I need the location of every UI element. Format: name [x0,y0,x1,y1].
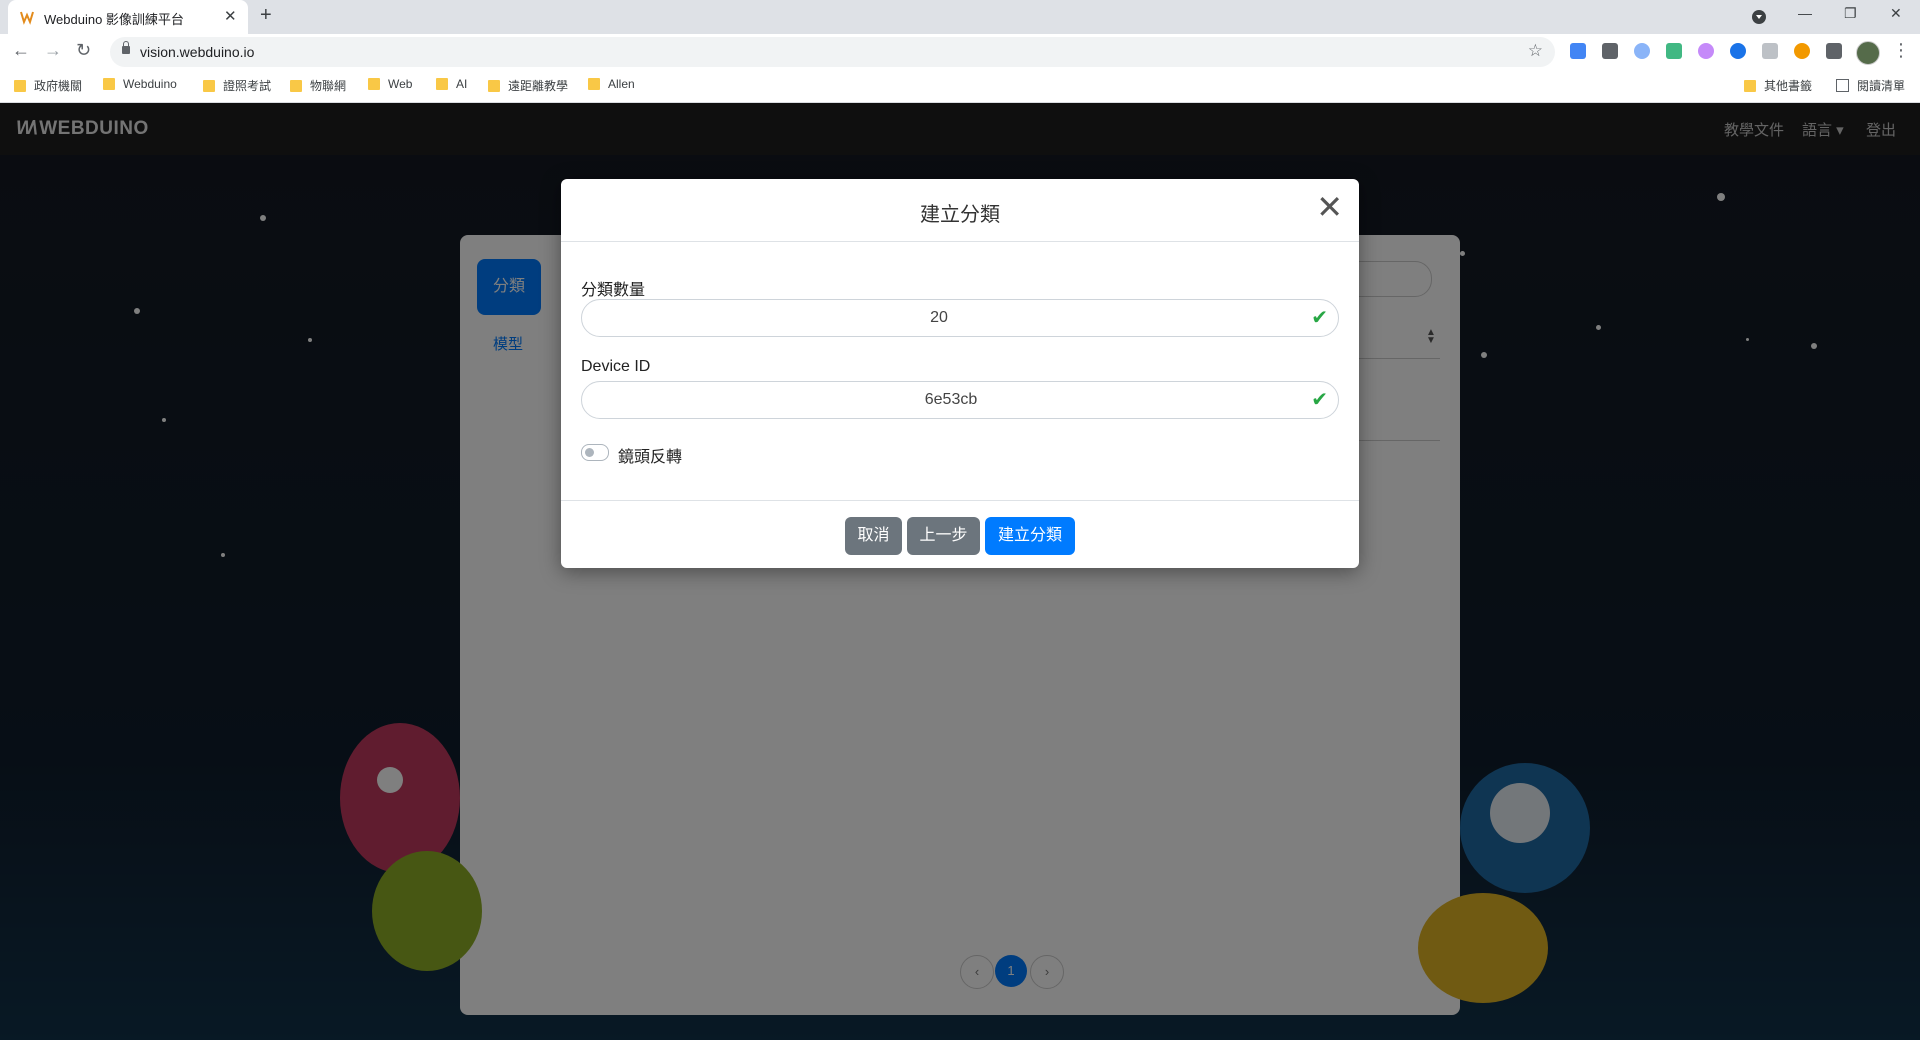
modal-header: 建立分類 ✕ [561,179,1359,242]
reload-button[interactable]: ↻ [76,40,91,61]
previous-step-button[interactable]: 上一步 [907,517,980,555]
reading-list-icon [1836,79,1849,92]
puzzle-icon[interactable] [1826,43,1842,59]
bookmark-star-icon[interactable]: ☆ [1528,41,1543,61]
modal-title: 建立分類 [920,204,1000,226]
translate-extension-icon[interactable] [1570,43,1586,59]
folder-icon [436,78,448,90]
profile-avatar[interactable] [1856,41,1880,65]
create-class-button[interactable]: 建立分類 [985,517,1075,555]
browser-tab-strip: Webduino 影像訓練平台 ✕ + — ❐ ✕ [0,0,1920,34]
class-count-label: 分類數量 [581,282,646,299]
address-bar[interactable]: vision.webduino.io ☆ [110,37,1555,67]
tab-title: Webduino 影像訓練平台 [44,12,184,27]
close-icon[interactable]: ✕ [1316,191,1343,223]
check-icon: ✔ [1311,389,1328,411]
back-button[interactable]: ← [12,40,30,61]
extension-icon[interactable] [1634,43,1650,59]
folder-icon [368,78,380,90]
restore-button[interactable]: ❐ [1844,5,1857,22]
mirror-toggle[interactable] [581,444,609,461]
bookmark-folder[interactable]: 證照考試 [203,77,271,94]
device-id-label: Device ID [581,358,651,375]
webduino-favicon-icon [20,11,34,25]
folder-icon [1744,80,1756,92]
mirror-toggle-label[interactable]: 鏡頭反轉 [618,443,682,467]
folder-icon [290,80,302,92]
extension-icon[interactable] [1762,43,1778,59]
bookmarks-bar: 政府機關 Webduino 證照考試 物聯網 Web AI 遠距離教學 Alle… [0,70,1920,103]
cancel-button[interactable]: 取消 [845,517,902,555]
browser-tab[interactable]: Webduino 影像訓練平台 ✕ [8,0,248,34]
folder-icon [488,80,500,92]
bookmark-folder[interactable]: Allen [588,77,635,91]
extension-icon[interactable] [1602,43,1618,59]
folder-icon [203,80,215,92]
create-class-modal: 建立分類 ✕ 分類數量 20 ✔ Device ID 6e53cb ✔ 鏡頭反轉… [561,179,1359,568]
bookmark-folder[interactable]: 政府機關 [14,77,82,94]
class-count-value[interactable]: 20 [582,309,1296,327]
tab-close-icon[interactable]: ✕ [224,7,237,25]
toggle-knob [585,448,594,457]
share-extension-icon[interactable] [1730,43,1746,59]
tab-search-icon[interactable] [1752,10,1766,24]
other-bookmarks[interactable]: 其他書籤 [1744,77,1812,94]
page-content: W\WEBDUINO 教學文件 語言 ▾ 登出 分類 模型 ▲▼ ‹ 1 › [0,103,1920,1040]
device-id-value[interactable]: 6e53cb [594,391,1308,409]
close-window-button[interactable]: ✕ [1890,5,1902,22]
browser-menu-icon[interactable]: ⋮ [1892,40,1910,61]
minimize-button[interactable]: — [1798,5,1812,21]
folder-icon [14,80,26,92]
folder-icon [588,78,600,90]
reading-list[interactable]: 閱讀清單 [1836,77,1905,94]
folder-icon [103,78,115,90]
class-count-input[interactable]: 20 ✔ [581,299,1339,337]
bookmark-folder[interactable]: 遠距離教學 [488,77,568,94]
device-id-input[interactable]: 6e53cb ✔ [581,381,1339,419]
bookmark-folder[interactable]: 物聯網 [290,77,346,94]
check-icon: ✔ [1311,307,1328,329]
cookie-extension-icon[interactable] [1794,43,1810,59]
bookmark-folder[interactable]: Webduino [103,77,177,91]
extension-icon[interactable] [1698,43,1714,59]
bookmark-folder[interactable]: AI [436,77,467,91]
new-tab-button[interactable]: + [260,4,272,27]
forward-button[interactable]: → [44,40,62,61]
browser-toolbar: ← → ↻ vision.webduino.io ☆ ⋮ [0,34,1920,70]
vue-devtools-icon[interactable] [1666,43,1682,59]
bookmark-folder[interactable]: Web [368,77,412,91]
url-text[interactable]: vision.webduino.io [140,44,254,60]
modal-footer: 取消 上一步 建立分類 [561,500,1359,569]
lock-icon[interactable] [122,41,130,54]
